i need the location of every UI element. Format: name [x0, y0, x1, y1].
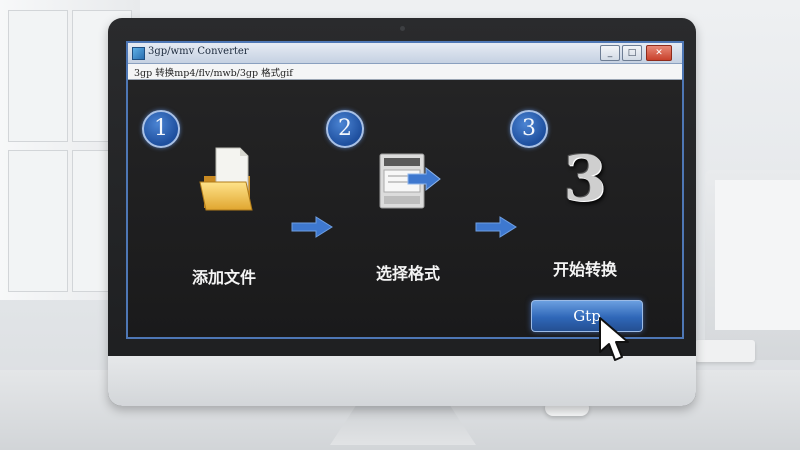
background-window-pane: [8, 150, 68, 292]
step-3-badge: 3: [510, 110, 548, 148]
webcam-icon: [400, 26, 405, 31]
mouse-cursor-icon: [599, 317, 629, 361]
background-window-pane: [8, 10, 68, 142]
big-number-3-icon: 3: [563, 142, 607, 215]
printer-format-icon: [379, 153, 441, 209]
step-2-badge: 2: [326, 110, 364, 148]
step-1-badge: 1: [142, 110, 180, 148]
background-keyboard: [695, 340, 755, 362]
address-text: 3gp 转换mp4/flv/mwb/3gp 格式gif: [134, 68, 293, 79]
background-monitor: [705, 170, 800, 360]
address-bar[interactable]: 3gp 转换mp4/flv/mwb/3gp 格式gif: [128, 64, 682, 80]
step-3-label: 开始转换: [553, 260, 618, 279]
converter-window: 3gp/wmv Converter _ □ ✕ 3gp 转换mp4/flv/mw…: [126, 41, 684, 361]
window-title: 3gp/wmv Converter: [148, 46, 249, 57]
close-button[interactable]: ✕: [646, 45, 672, 61]
arrow-right-icon: [475, 216, 517, 238]
maximize-button[interactable]: □: [622, 45, 642, 61]
step-1-label: 添加文件: [192, 268, 257, 287]
folder-document-icon: [199, 147, 253, 211]
title-bar[interactable]: 3gp/wmv Converter _ □ ✕: [128, 43, 682, 64]
minimize-button[interactable]: _: [600, 45, 620, 61]
main-content: 1 添加文件 2 选择格式 3 3 开始转换 Gtp: [128, 80, 682, 361]
app-icon: [132, 47, 145, 60]
step-2-label: 选择格式: [376, 264, 441, 283]
arrow-right-icon: [291, 216, 333, 238]
